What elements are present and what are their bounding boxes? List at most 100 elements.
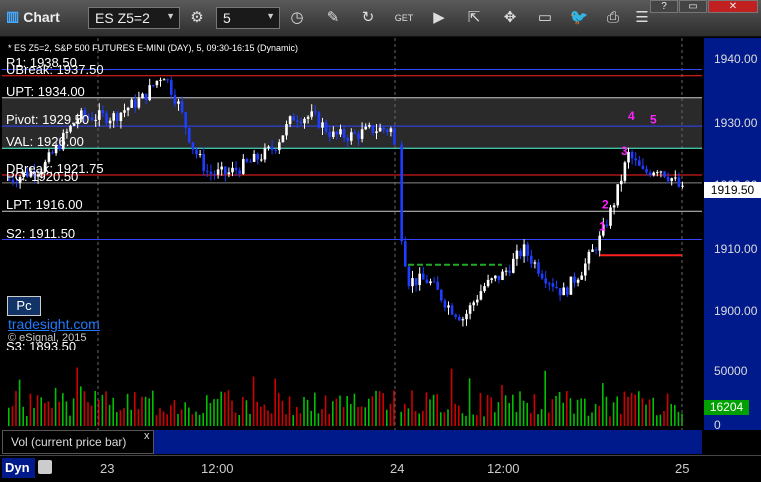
- time-axis[interactable]: Dyn 23 12:00 24 12:00 25: [0, 455, 761, 482]
- candle-body: [346, 137, 349, 141]
- candle-body: [634, 158, 637, 161]
- volume-bar: [641, 398, 644, 426]
- candle-body: [576, 279, 580, 283]
- volume-bar: [144, 396, 147, 426]
- candle-body: [425, 279, 429, 284]
- candle-body: [483, 286, 486, 292]
- candle-body: [206, 170, 209, 172]
- brand-link[interactable]: tradesight.com: [8, 316, 100, 332]
- chart-header: * ES Z5=2, S&P 500 FUTURES E-MINI (DAY),…: [8, 43, 299, 53]
- volume-bar: [353, 393, 356, 426]
- volume-bar: [486, 395, 489, 426]
- volume-bar: [537, 414, 539, 426]
- volume-bar: [342, 407, 345, 426]
- close-button[interactable]: ✕: [708, 0, 758, 13]
- candle-body: [126, 107, 130, 111]
- volume-bar: [310, 410, 312, 426]
- volume-bar: [357, 407, 359, 426]
- pc-button[interactable]: Pc: [7, 296, 41, 316]
- get-icon[interactable]: GET: [391, 7, 417, 29]
- candle-body: [540, 273, 544, 279]
- volume-bar: [400, 411, 402, 426]
- volume-bar: [580, 398, 582, 426]
- volume-bar: [94, 390, 96, 426]
- volume-bar: [414, 410, 417, 426]
- cursor-icon[interactable]: ⇱: [461, 7, 487, 29]
- candle-body: [670, 178, 673, 181]
- print-icon[interactable]: ⎙: [600, 7, 626, 29]
- candle-body: [418, 273, 421, 286]
- price-chart[interactable]: 1 2 3 4 5 * ES Z5=2, S&P 500 FUTURES E-MINI …: [2, 38, 702, 354]
- volume-bar: [90, 405, 93, 426]
- candle-body: [274, 150, 277, 152]
- twitter-icon[interactable]: 🐦: [566, 7, 592, 29]
- volume-bar: [256, 401, 258, 426]
- refresh-icon[interactable]: ↻: [355, 7, 381, 29]
- crosshair-icon[interactable]: ✥: [497, 7, 523, 29]
- volume-bar: [386, 409, 388, 426]
- maximize-button[interactable]: ▭: [679, 0, 707, 13]
- price-tick: 1940.00: [714, 52, 758, 66]
- volume-bar: [638, 391, 640, 426]
- volume-bar: [418, 413, 420, 426]
- volume-bar: [40, 397, 42, 426]
- candle-body: [638, 160, 641, 166]
- candle-body: [188, 127, 191, 143]
- candle-body: [504, 270, 508, 272]
- dyn-button[interactable]: Dyn: [2, 458, 35, 478]
- pencil-icon[interactable]: ✎: [320, 7, 346, 29]
- interval-input[interactable]: 5 ▼: [216, 7, 280, 29]
- candle-body: [141, 93, 144, 99]
- volume-bar: [216, 399, 219, 426]
- candle-body: [364, 126, 367, 130]
- volume-bar: [170, 405, 172, 426]
- candle-body: [191, 142, 195, 150]
- toolbar: ▥ Chart ES Z5=2 ▼ ⚙ 5 ▼ ◷ ✎ ↻ GET ▶ ⇱ ✥ …: [0, 0, 761, 37]
- candle-body: [324, 122, 328, 132]
- volume-bar: [364, 407, 366, 426]
- link-icon[interactable]: ⚙: [184, 7, 210, 29]
- symbol-dropdown-icon[interactable]: ▼: [166, 11, 175, 21]
- close-study-icon[interactable]: x: [144, 430, 150, 442]
- candle-body: [360, 129, 364, 139]
- symbol-input[interactable]: ES Z5=2 ▼: [88, 7, 180, 29]
- volume-bar: [191, 414, 194, 426]
- volume-bar: [551, 399, 554, 426]
- volume-bar: [346, 395, 348, 426]
- volume-bar: [522, 400, 525, 426]
- candle-body: [303, 118, 306, 124]
- volume-bar: [80, 386, 82, 426]
- candle-body: [652, 172, 655, 176]
- volume-bar: [206, 395, 208, 426]
- candle-body: [378, 127, 382, 132]
- interval-dropdown-icon[interactable]: ▼: [266, 11, 275, 21]
- volume-bar: [18, 379, 21, 426]
- candle-body: [656, 172, 659, 174]
- candle-body: [468, 305, 472, 314]
- price-axis[interactable]: 1940.00 1930.00 1920.00 1910.00 1900.00 …: [704, 38, 761, 432]
- volume-bar: [652, 397, 654, 426]
- volume-bar: [443, 412, 446, 426]
- candle-body: [551, 283, 555, 287]
- clock-icon[interactable]: ◷: [284, 7, 310, 29]
- candle-body: [292, 116, 295, 121]
- comment-icon[interactable]: ▭: [532, 7, 558, 29]
- volume-bar: [299, 413, 302, 426]
- play-icon[interactable]: ▶: [426, 7, 452, 29]
- help-button[interactable]: ?: [650, 0, 678, 13]
- candle-body: [180, 101, 184, 113]
- volume-bar: [497, 402, 500, 426]
- volume-bar: [281, 400, 284, 426]
- volume-bar: [483, 416, 485, 426]
- volume-bar: [558, 391, 561, 426]
- candle-body: [342, 129, 346, 138]
- volume-bar: [465, 415, 467, 426]
- candle-body: [90, 117, 94, 121]
- lock-icon[interactable]: [38, 460, 52, 474]
- candle-body: [213, 173, 216, 175]
- volume-bar: [324, 395, 327, 426]
- volume-chart[interactable]: [2, 350, 702, 430]
- volume-bar: [461, 413, 464, 426]
- volume-bar: [447, 409, 449, 426]
- volume-bar: [245, 400, 248, 426]
